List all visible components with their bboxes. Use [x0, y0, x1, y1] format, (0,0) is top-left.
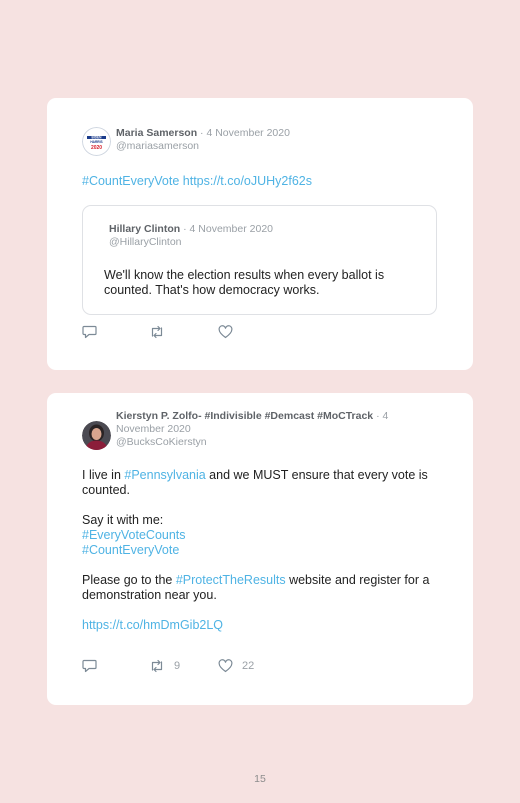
quoted-text: We'll know the election results when eve… [104, 268, 385, 297]
tweet-text: I live in #Pennsylvania and we MUST ensu… [82, 468, 437, 633]
svg-text:2020: 2020 [91, 145, 102, 151]
url-link[interactable]: https://t.co/oJUHy2f62s [183, 174, 312, 188]
tweet-card-2: Kierstyn P. Zolfo- #Indivisible #Demcast… [47, 393, 473, 705]
like-icon [218, 659, 233, 673]
quoted-tweet[interactable]: Hillary Clinton · 4 November 2020 @Hilla… [82, 205, 437, 315]
tweet-header: Kierstyn P. Zolfo- #Indivisible #Demcast… [116, 410, 433, 449]
like-count: 22 [242, 660, 255, 672]
separator: · [183, 223, 187, 235]
biden-harris-logo-icon: BIDEN HARRIS 2020 [82, 127, 111, 156]
like-icon [218, 325, 233, 339]
author-name[interactable]: Maria Samerson [116, 127, 197, 139]
separator: · [200, 127, 204, 139]
retweet-count: 9 [174, 660, 181, 672]
retweet-button[interactable] [149, 325, 174, 339]
quoted-header: Hillary Clinton · 4 November 2020 @Hilla… [109, 223, 273, 249]
tweet-paragraph-2: Say it with me: [82, 513, 164, 527]
reply-icon [82, 659, 97, 673]
avatar[interactable] [82, 421, 111, 450]
tweet-paragraph-3: Please go to the #ProtectTheResults webs… [82, 573, 430, 602]
tweet-text: #CountEveryVote https://t.co/oJUHy2f62s [82, 174, 437, 189]
tweet-date[interactable]: 4 November 2020 [206, 127, 289, 139]
page-number: 15 [254, 773, 266, 785]
reply-button[interactable] [82, 325, 97, 339]
hashtag-link[interactable]: #Pennsylvania [124, 468, 205, 482]
tweet-card-1: BIDEN HARRIS 2020 Maria Samerson · 4 Nov… [47, 98, 473, 370]
like-button[interactable]: 22 [218, 659, 254, 673]
retweet-icon [151, 325, 163, 339]
author-handle[interactable]: @BucksCoKierstyn [116, 436, 433, 449]
retweet-icon [151, 659, 163, 673]
tweet-header: Maria Samerson · 4 November 2020 @marias… [116, 127, 433, 153]
quoted-author-name[interactable]: Hillary Clinton [109, 223, 180, 235]
author-handle[interactable]: @mariasamerson [116, 140, 433, 153]
separator: · [376, 410, 380, 422]
quoted-date: 4 November 2020 [189, 223, 273, 235]
avatar[interactable]: BIDEN HARRIS 2020 [82, 127, 111, 156]
reply-button[interactable] [82, 659, 97, 673]
tweet-paragraph-1: I live in #Pennsylvania and we MUST ensu… [82, 468, 428, 497]
quoted-handle[interactable]: @HillaryClinton [109, 236, 273, 249]
hashtag-link[interactable]: #CountEveryVote [82, 543, 437, 558]
hashtag-link[interactable]: #CountEveryVote [82, 174, 179, 188]
svg-text:BIDEN: BIDEN [92, 136, 103, 140]
url-link[interactable]: https://t.co/hmDmGib2LQ [82, 618, 437, 633]
like-button[interactable] [218, 325, 242, 339]
profile-photo-icon [82, 421, 111, 450]
svg-text:HARRIS: HARRIS [90, 140, 102, 144]
author-name[interactable]: Kierstyn P. Zolfo- #Indivisible #Demcast… [116, 410, 373, 422]
hashtag-link[interactable]: #EveryVoteCounts [82, 528, 437, 543]
hashtag-link[interactable]: #ProtectTheResults [176, 573, 286, 587]
retweet-button[interactable]: 9 [149, 659, 180, 673]
reply-icon [82, 325, 97, 339]
